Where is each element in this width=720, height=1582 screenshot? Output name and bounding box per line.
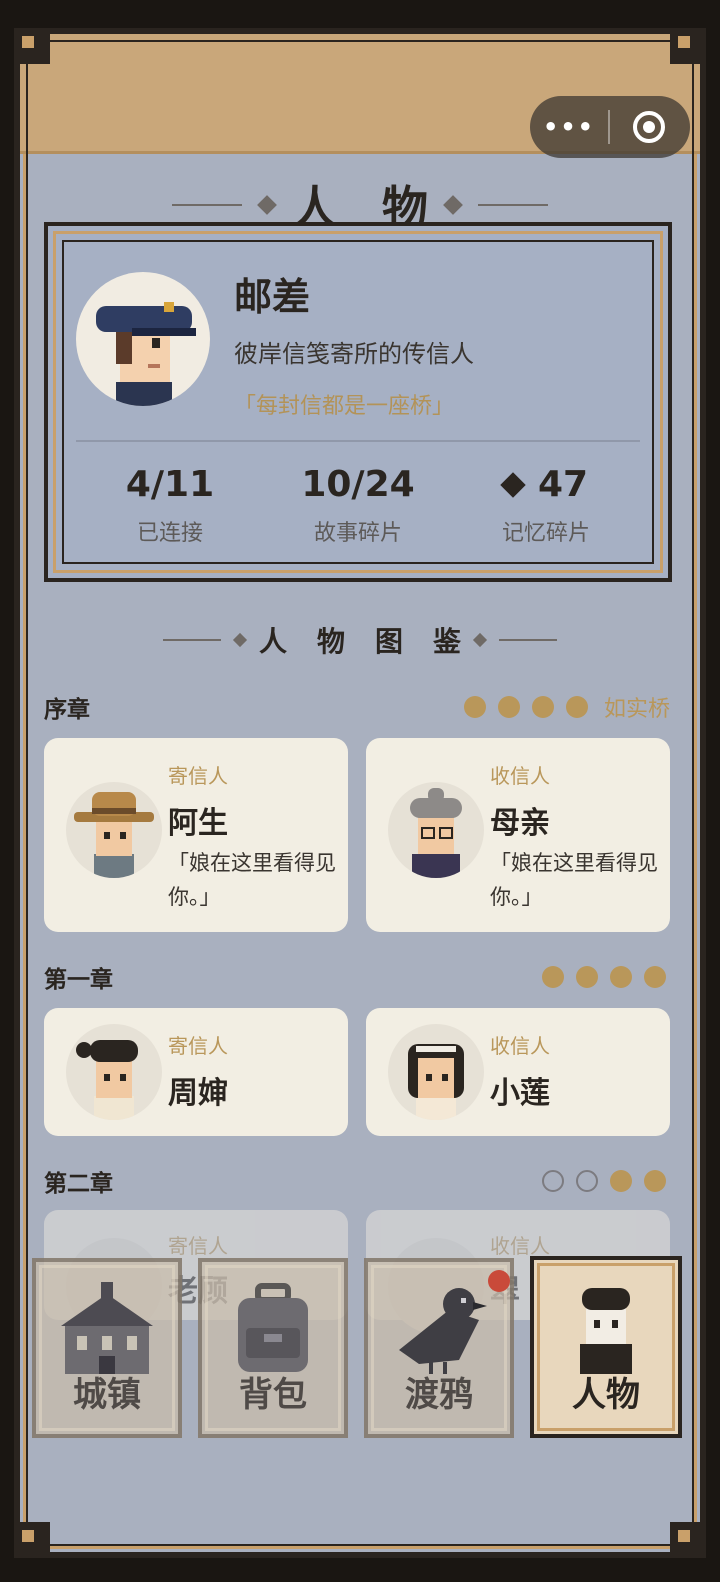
chapter-progress [542, 966, 666, 988]
tab-label: 背包 [239, 1375, 307, 1415]
chapter-header-chapter-two: 第二章 [44, 1164, 666, 1198]
card-role: 寄信人 [168, 1034, 228, 1058]
town-icon [36, 1280, 178, 1376]
diamond-icon [500, 471, 526, 498]
stat-memory-fragments: 47 记忆碎片 [452, 464, 640, 547]
chapter-progress [542, 1170, 666, 1192]
title-line-left [172, 204, 242, 206]
profile-card: 邮差 彼岸信笺寄所的传信人 「每封信都是一座桥」 4/11 已连接 10/24 … [44, 222, 672, 582]
chapter-progress: 如实桥 [463, 691, 670, 723]
card-quote: 「娘在这里看得见你。」 [168, 851, 336, 909]
mini-program-capsule: ••• [530, 96, 690, 158]
frame-corner-ornament [670, 28, 706, 64]
character-avatar [66, 1024, 162, 1120]
raven-icon [368, 1280, 510, 1376]
chapter-name: 第二章 [44, 1171, 113, 1197]
card-role: 收信人 [490, 764, 550, 788]
profile-description: 彼岸信笺寄所的传信人 [234, 340, 474, 368]
stat-label: 已连接 [136, 521, 203, 546]
tab-label: 人物 [572, 1375, 640, 1415]
close-button[interactable] [610, 111, 688, 143]
chapter-name: 序章 [44, 697, 90, 723]
progress-dot-filled [610, 1170, 632, 1192]
codex-title: 人物图鉴 [258, 625, 491, 658]
chapter-header-prologue: 序章 如实桥 [44, 690, 670, 724]
tab-town[interactable]: 城镇 [32, 1258, 182, 1438]
stat-value: 47 [537, 464, 589, 505]
tab-characters[interactable]: 人物 [530, 1256, 682, 1438]
character-icon [534, 1278, 678, 1374]
notification-badge [488, 1270, 510, 1292]
character-card-mother[interactable]: 收信人 母亲 「娘在这里看得见你。」 [366, 738, 670, 932]
target-icon [633, 111, 665, 143]
character-avatar [388, 782, 484, 878]
bottom-tab-bar: 城镇 背包 渡鸦 人物 [22, 1232, 698, 1440]
more-dots-icon[interactable]: ••• [530, 113, 608, 141]
progress-dot-filled [565, 696, 588, 718]
diamond-ornament-icon [232, 632, 248, 648]
card-role: 寄信人 [168, 764, 228, 788]
diamond-ornament-icon [257, 195, 277, 215]
card-name: 周婶 [168, 1076, 228, 1111]
character-card-asheng[interactable]: 寄信人 阿生 「娘在这里看得见你。」 [44, 738, 348, 932]
title-line-right [478, 204, 548, 206]
profile-quote: 「每封信都是一座桥」 [234, 394, 455, 419]
backpack-icon [202, 1280, 344, 1376]
stat-label: 记忆碎片 [501, 521, 590, 546]
progress-dot-filled [542, 966, 564, 988]
card-name: 母亲 [490, 806, 550, 841]
progress-dot-filled [644, 1170, 666, 1192]
progress-dot-empty [542, 1170, 564, 1192]
tab-label: 城镇 [73, 1375, 141, 1415]
frame-corner-ornament [14, 1522, 50, 1558]
stat-connected: 4/11 已连接 [76, 464, 264, 547]
postman-avatar [76, 272, 210, 406]
progress-dot-filled [610, 966, 632, 988]
progress-dot-empty [576, 1170, 598, 1192]
frame-corner-ornament [14, 28, 50, 64]
card-name: 小莲 [490, 1076, 550, 1111]
progress-dot-filled [463, 696, 486, 718]
progress-dot-filled [576, 966, 598, 988]
card-role: 收信人 [490, 1034, 550, 1058]
progress-dot-filled [497, 696, 520, 718]
codex-title-row: 人物图鉴 [0, 620, 720, 660]
title-line-right [499, 639, 557, 641]
card-quote: 「娘在这里看得见你。」 [490, 851, 658, 909]
progress-dot-filled [531, 696, 554, 718]
tab-backpack[interactable]: 背包 [198, 1258, 348, 1438]
chapter-label: 如实桥 [603, 697, 670, 722]
character-avatar [388, 1024, 484, 1120]
stat-value: 10/24 [301, 464, 415, 505]
profile-stats: 4/11 已连接 10/24 故事碎片 47 记忆碎片 [76, 464, 640, 547]
title-line-left [162, 639, 221, 641]
chapter-name: 第一章 [44, 967, 113, 993]
chapter-header-chapter-one: 第一章 [44, 960, 666, 994]
character-card-zhoushen[interactable]: 寄信人 周婶 [44, 1008, 348, 1136]
frame-corner-ornament [670, 1522, 706, 1558]
progress-dot-filled [644, 966, 666, 988]
stat-story-fragments: 10/24 故事碎片 [264, 464, 452, 547]
card-name: 阿生 [168, 806, 228, 841]
character-avatar [66, 782, 162, 878]
tab-label: 渡鸦 [405, 1375, 473, 1415]
character-card-xiaolian[interactable]: 收信人 小莲 [366, 1008, 670, 1136]
profile-name: 邮差 [234, 275, 311, 319]
stat-label: 故事碎片 [313, 521, 402, 546]
stat-value: 4/11 [125, 464, 215, 505]
profile-divider [76, 440, 640, 442]
